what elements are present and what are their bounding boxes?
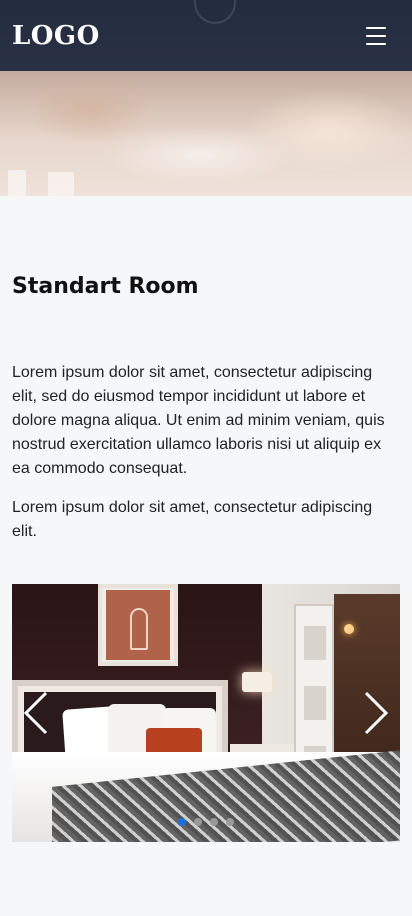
room-image-carousel[interactable] — [12, 584, 400, 842]
menu-bar — [366, 42, 386, 45]
room-description: Lorem ipsum dolor sit amet, consectetur … — [12, 364, 385, 477]
carousel-photo-artwork-line — [130, 608, 148, 650]
carousel-photo-artwork — [106, 590, 170, 660]
room-title: Standart Room — [12, 274, 199, 299]
room-description-secondary: Lorem ipsum dolor sit amet, consectetur … — [12, 499, 373, 540]
carousel-dot[interactable] — [210, 818, 218, 826]
carousel-dot[interactable] — [226, 818, 234, 826]
menu-bar — [366, 34, 386, 37]
chevron-left-icon[interactable] — [22, 691, 50, 735]
hamburger-icon[interactable] — [366, 26, 386, 45]
logo[interactable]: LOGO — [12, 21, 100, 51]
hero-highlight — [48, 172, 74, 196]
site-header: LOGO — [0, 0, 412, 71]
carousel-dot[interactable] — [194, 818, 202, 826]
carousel-photo-frame — [98, 584, 178, 666]
chevron-right-icon[interactable] — [362, 691, 390, 735]
menu-bar — [366, 26, 386, 29]
carousel-indicators — [178, 818, 234, 826]
carousel-photo-lamp — [242, 672, 272, 692]
carousel-photo-door-pane — [304, 626, 326, 660]
carousel-photo-door-pane — [304, 686, 326, 720]
carousel-dot[interactable] — [178, 818, 186, 826]
hero-highlight — [8, 170, 26, 196]
ceiling-light — [194, 0, 236, 24]
carousel-photo-light — [344, 624, 354, 634]
